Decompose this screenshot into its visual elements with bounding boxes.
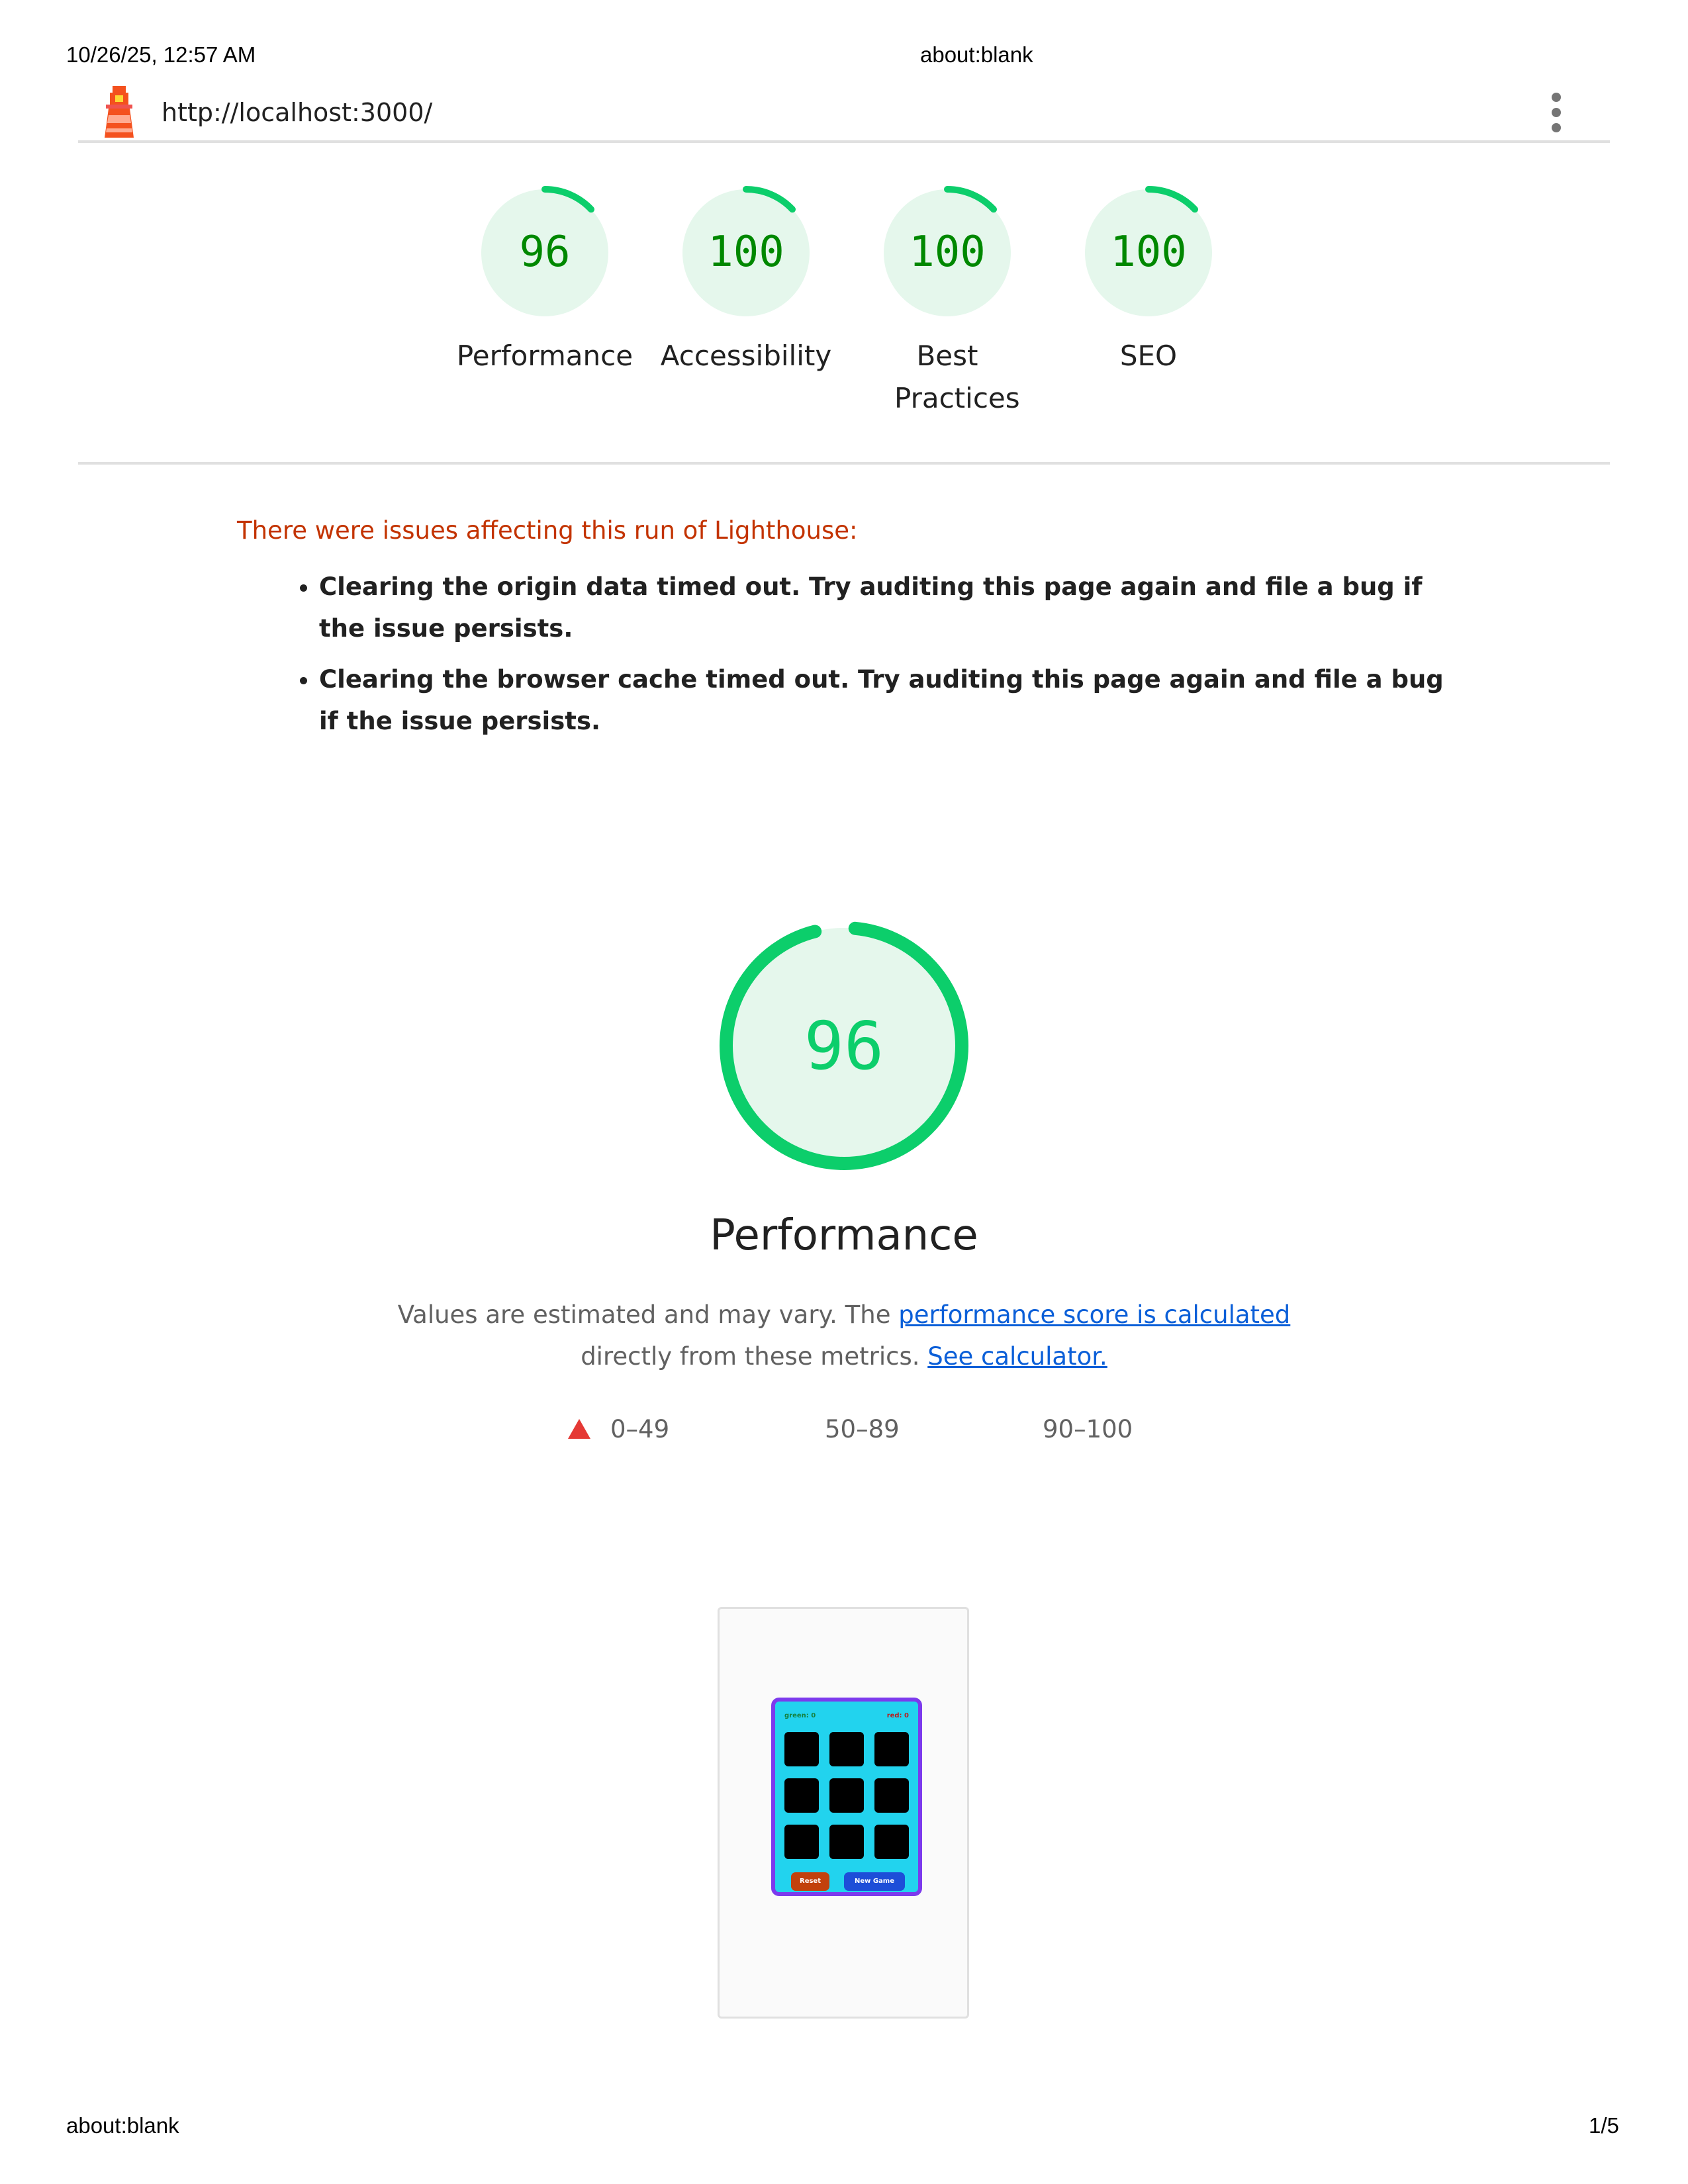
warning-item: Clearing the browser cache timed out. Tr… xyxy=(319,659,1458,742)
performance-score: 96 xyxy=(804,1007,884,1085)
game-tile xyxy=(829,1778,864,1813)
game-board: green: 0 red: 0 Reset New Game xyxy=(771,1698,922,1896)
warnings-list: Clearing the origin data timed out. Try … xyxy=(285,566,1458,751)
game-tile xyxy=(784,1778,819,1813)
legend-range: 90–100 xyxy=(1043,1415,1133,1443)
legend-pass: 90–100 xyxy=(1043,1415,1133,1443)
desc-text: directly from these metrics. xyxy=(581,1342,920,1371)
legend-average: 50–89 xyxy=(825,1415,900,1443)
score-gauge-performance[interactable]: 96 Performance xyxy=(445,184,644,377)
game-tile xyxy=(874,1825,909,1859)
print-datetime: 10/26/25, 12:57 AM xyxy=(66,42,256,67)
new-game-button: New Game xyxy=(844,1872,905,1891)
gauge-label: SEO xyxy=(1119,340,1178,372)
warning-item: Clearing the origin data timed out. Try … xyxy=(319,566,1458,649)
gauge-label: Performance xyxy=(456,340,633,372)
score-red: red: 0 xyxy=(886,1712,909,1719)
final-screenshot: green: 0 red: 0 Reset New Game xyxy=(718,1607,969,2019)
score-gauge-seo[interactable]: 100 SEO xyxy=(1049,184,1248,377)
lighthouse-icon xyxy=(101,86,138,139)
legend-fail: 0–49 xyxy=(568,1415,669,1443)
header-divider xyxy=(78,140,1610,143)
gauge-score: 100 xyxy=(1110,228,1187,277)
score-gauge-accessibility[interactable]: 100 Accessibility xyxy=(647,184,845,377)
performance-gauge: 96 xyxy=(712,913,976,1181)
desc-text: Values are estimated and may vary. The xyxy=(397,1300,891,1329)
legend-range: 0–49 xyxy=(610,1415,670,1443)
gauge-score: 100 xyxy=(708,228,784,277)
gauge-label: Accessibility xyxy=(660,340,832,372)
gauge-score: 96 xyxy=(519,228,570,277)
print-page-number: 1/5 xyxy=(1589,2113,1619,2138)
game-tile xyxy=(829,1825,864,1859)
score-calculated-link[interactable]: performance score is calculated xyxy=(898,1300,1290,1329)
print-page-title: about:blank xyxy=(920,42,1033,67)
performance-title: Performance xyxy=(710,1211,978,1260)
section-divider xyxy=(78,462,1610,465)
red-triangle-icon xyxy=(568,1419,590,1439)
score-gauge-best-practices[interactable]: 100 Best Practices xyxy=(848,184,1047,420)
reset-button: Reset xyxy=(791,1872,829,1891)
game-tile xyxy=(829,1732,864,1766)
kebab-menu-icon[interactable] xyxy=(1545,93,1568,132)
game-tile xyxy=(874,1778,909,1813)
see-calculator-link[interactable]: See calculator. xyxy=(927,1342,1107,1371)
gauge-score: 100 xyxy=(909,228,986,277)
print-footer-url: about:blank xyxy=(66,2113,179,2138)
game-tile xyxy=(784,1825,819,1859)
score-green: green: 0 xyxy=(784,1712,816,1719)
warnings-title: There were issues affecting this run of … xyxy=(237,516,858,545)
game-tile xyxy=(874,1732,909,1766)
performance-description: Values are estimated and may vary. The p… xyxy=(0,1294,1688,1377)
game-tile xyxy=(784,1732,819,1766)
report-url[interactable]: http://localhost:3000/ xyxy=(162,98,432,127)
legend-range: 50–89 xyxy=(825,1415,900,1443)
gauge-label: Best Practices xyxy=(894,340,1020,414)
